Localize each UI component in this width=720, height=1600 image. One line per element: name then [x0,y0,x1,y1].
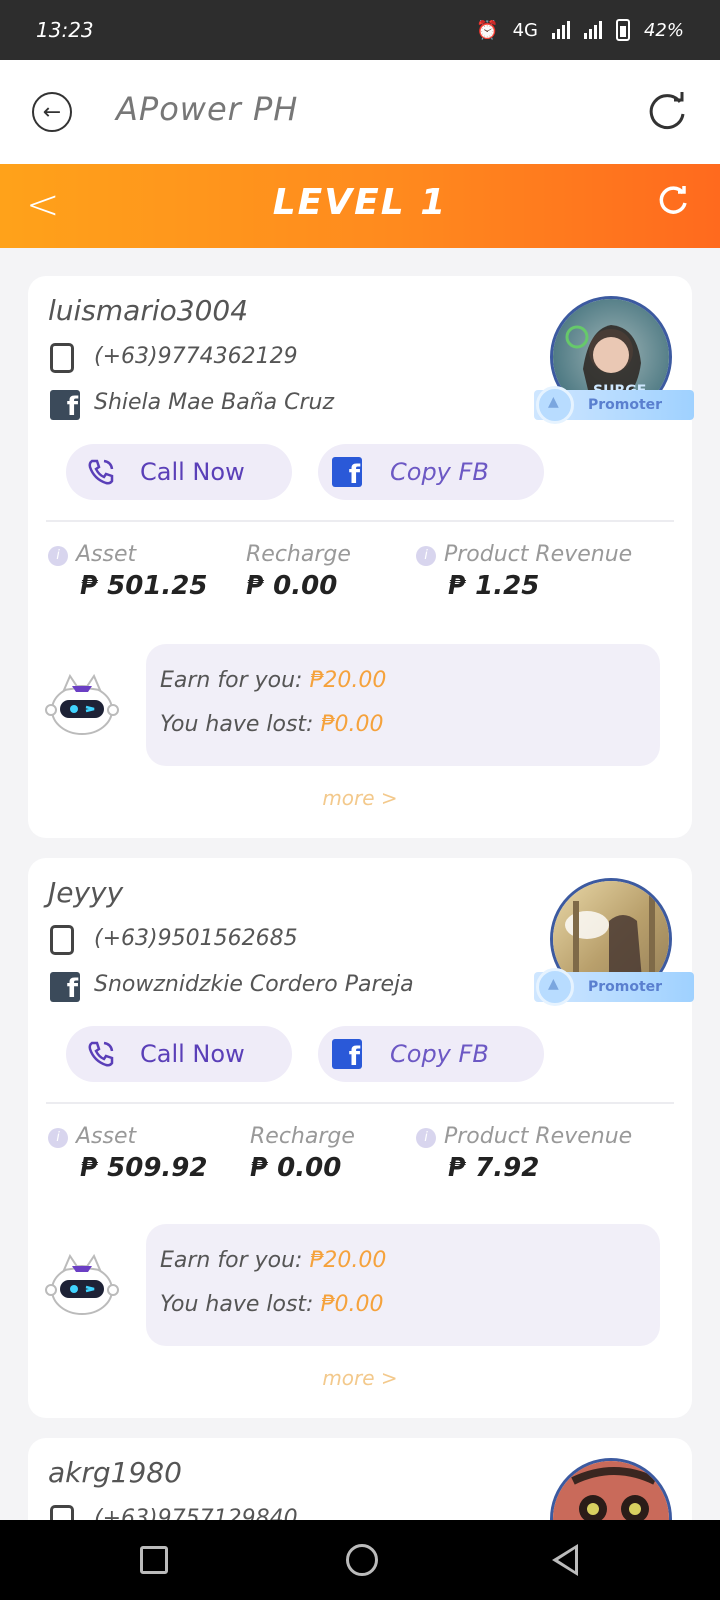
lost-label: You have lost: [160,1292,321,1317]
member-username: Jeyyy [48,876,124,909]
stat-product-revenue: i Product Revenue ₱ 1.25 [416,542,632,601]
member-facebook: Snowznidzkie Cordero Pareja [94,972,414,997]
member-phone: (+63)9774362129 [94,344,298,369]
stat-label: Recharge [250,1124,355,1149]
lost-label: You have lost: [160,712,321,737]
earn-amount: ₱20.00 [309,1248,387,1273]
refresh-icon[interactable] [656,184,690,218]
earnings-bubble: Earn for you: ₱20.00 You have lost: ₱0.0… [146,1224,660,1346]
system-nav-bar [0,1520,720,1600]
call-now-button[interactable]: Call Now [66,1026,292,1082]
stat-product-revenue: i Product Revenue ₱ 7.92 [416,1124,632,1183]
call-now-label: Call Now [140,1040,245,1068]
stat-value: ₱ 509.92 [80,1153,208,1183]
battery-icon [615,19,630,41]
facebook-icon: f [332,457,362,487]
member-card: Jeyyy (+63)9501562685 f Snowznidzkie Cor… [28,858,694,1418]
phone-call-icon [88,1041,114,1067]
facebook-icon: f [50,972,80,1002]
network-label: 4G [512,19,538,41]
promoter-label: Promoter [588,397,663,413]
copy-fb-button[interactable]: f Copy FB [318,444,544,500]
call-now-label: Call Now [140,458,245,486]
stat-label: Product Revenue [444,542,633,567]
stat-value: ₱ 0.00 [250,1153,342,1183]
copy-fb-label: Copy FB [390,1040,489,1068]
stat-value: ₱ 501.25 [80,571,208,601]
copy-fb-label: Copy FB [390,458,489,486]
alarm-icon: ⏰ [476,19,499,41]
info-icon[interactable]: i [48,546,68,566]
facebook-icon: f [332,1039,362,1069]
call-now-button[interactable]: Call Now [66,444,292,500]
phone-icon [50,925,74,955]
member-phone: (+63)9501562685 [94,926,298,951]
robot-mascot-icon [45,674,119,735]
stat-label: Asset [76,542,137,567]
stat-asset: i Asset ₱ 509.92 [48,1124,207,1183]
lost-line: You have lost: ₱0.00 [160,712,383,737]
earn-line: Earn for you: ₱20.00 [160,668,386,693]
promoter-icon [536,386,574,424]
phone-call-icon [88,459,114,485]
app-title: APower PH [116,90,299,128]
promoter-badge: Promoter [534,968,694,1006]
stat-recharge: Recharge ₱ 0.00 [246,542,351,601]
promoter-label: Promoter [588,979,663,995]
stat-asset: i Asset ₱ 501.25 [48,542,207,601]
info-icon[interactable]: i [416,546,436,566]
app-bar: ← APower PH [0,60,720,164]
back-arrow-icon[interactable]: ← [32,92,72,132]
battery-level: 42% [643,19,684,41]
robot-mascot-icon [45,1254,119,1315]
earnings-bubble: Earn for you: ₱20.00 You have lost: ₱0.0… [146,644,660,766]
stat-value: ₱ 7.92 [448,1153,540,1183]
info-icon[interactable]: i [416,1128,436,1148]
home-icon[interactable] [346,1544,378,1576]
stat-recharge: Recharge ₱ 0.00 [250,1124,355,1183]
earn-label: Earn for you: [160,668,310,693]
status-bar: 13:23 ⏰ 4G 42% [0,0,720,60]
info-icon[interactable]: i [48,1128,68,1148]
stat-value: ₱ 1.25 [448,571,540,601]
promoter-badge: Promoter [534,386,694,424]
signal-icon-2 [583,21,602,39]
more-link[interactable]: more > [28,1366,692,1390]
stat-label: Recharge [246,542,351,567]
level-header: < LEVEL 1 [0,164,720,248]
reload-icon[interactable] [646,90,688,132]
earn-amount: ₱20.00 [309,668,387,693]
earn-line: Earn for you: ₱20.00 [160,1248,386,1273]
status-time: 13:23 [36,18,94,42]
stat-label: Product Revenue [444,1124,633,1149]
divider [46,1102,674,1104]
member-username: luismario3004 [48,294,249,327]
back-triangle-icon[interactable] [552,1544,578,1576]
lost-line: You have lost: ₱0.00 [160,1292,383,1317]
recent-apps-icon[interactable] [140,1546,168,1574]
lost-amount: ₱0.00 [320,1292,384,1317]
signal-icon [551,21,570,39]
level-title: LEVEL 1 [272,182,448,223]
more-link[interactable]: more > [28,786,692,810]
facebook-icon: f [50,390,80,420]
promoter-icon [536,968,574,1006]
phone-icon [50,343,74,373]
divider [46,520,674,522]
member-facebook: Shiela Mae Baña Cruz [94,390,335,415]
stat-value: ₱ 0.00 [246,571,338,601]
status-icons: ⏰ 4G 42% [476,19,684,41]
lost-amount: ₱0.00 [320,712,384,737]
member-username: akrg1980 [48,1456,182,1489]
copy-fb-button[interactable]: f Copy FB [318,1026,544,1082]
member-card: luismario3004 (+63)9774362129 f Shiela M… [28,276,694,838]
earn-label: Earn for you: [160,1248,310,1273]
stat-label: Asset [76,1124,137,1149]
